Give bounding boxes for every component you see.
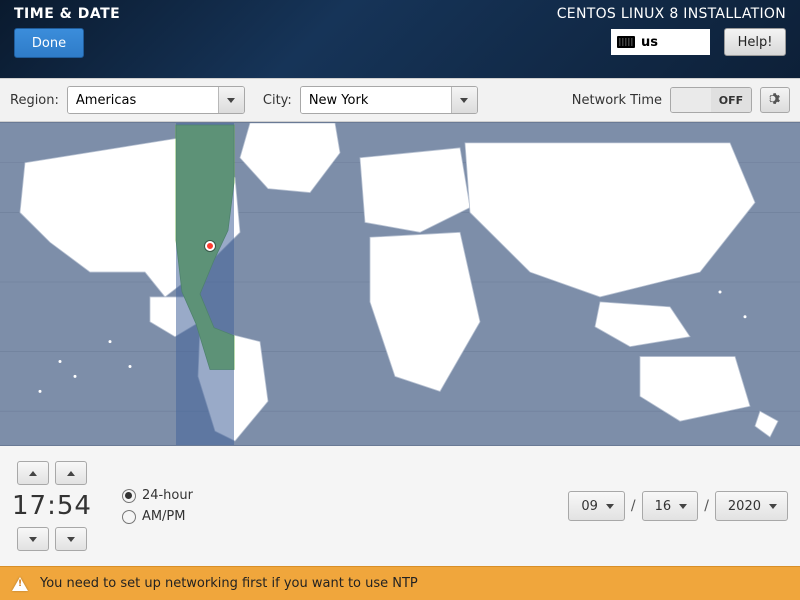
region-combo[interactable] bbox=[67, 86, 245, 114]
radio-am-pm-label: AM/PM bbox=[142, 509, 186, 524]
month-value: 09 bbox=[581, 499, 598, 514]
chevron-down-icon bbox=[769, 504, 777, 509]
network-time-label: Network Time bbox=[572, 93, 662, 108]
year-value: 2020 bbox=[728, 499, 761, 514]
toggle-state-label: OFF bbox=[711, 88, 751, 112]
date-separator: / bbox=[704, 498, 709, 514]
done-button[interactable]: Done bbox=[14, 28, 84, 58]
selected-city-marker bbox=[205, 241, 215, 251]
month-dropdown[interactable]: 09 bbox=[568, 491, 625, 521]
toggle-handle bbox=[671, 88, 711, 112]
warning-message: You need to set up networking first if y… bbox=[40, 576, 418, 591]
keyboard-icon bbox=[617, 36, 635, 48]
timezone-map[interactable] bbox=[0, 122, 800, 446]
network-time-settings-button[interactable] bbox=[760, 87, 790, 113]
chevron-down-icon bbox=[67, 537, 75, 542]
radio-icon bbox=[122, 489, 136, 503]
header-right: CENTOS LINUX 8 INSTALLATION us Help! bbox=[557, 6, 786, 56]
time-format-radiogroup: 24-hour AM/PM bbox=[122, 488, 193, 524]
world-map-svg bbox=[0, 123, 800, 445]
city-label: City: bbox=[263, 93, 292, 108]
header-left: TIME & DATE Done bbox=[14, 6, 120, 58]
chevron-down-icon bbox=[227, 98, 235, 103]
day-value: 16 bbox=[655, 499, 672, 514]
city-input[interactable] bbox=[301, 87, 451, 113]
gear-icon bbox=[767, 92, 783, 108]
radio-24-hour-label: 24-hour bbox=[142, 488, 193, 503]
chevron-up-icon bbox=[67, 471, 75, 476]
city-dropdown-button[interactable] bbox=[451, 87, 477, 113]
region-dropdown-button[interactable] bbox=[218, 87, 244, 113]
chevron-down-icon bbox=[679, 504, 687, 509]
radio-am-pm[interactable]: AM/PM bbox=[122, 509, 193, 524]
city-combo[interactable] bbox=[300, 86, 478, 114]
chevron-down-icon bbox=[606, 504, 614, 509]
minute-up-button[interactable] bbox=[55, 461, 87, 485]
network-time-toggle[interactable]: OFF bbox=[670, 87, 752, 113]
chevron-down-icon bbox=[29, 537, 37, 542]
time-spinner: 17:54 bbox=[12, 461, 92, 551]
page-title: TIME & DATE bbox=[14, 6, 120, 22]
warning-icon bbox=[12, 577, 28, 591]
chevron-down-icon bbox=[460, 98, 468, 103]
warning-bar: You need to set up networking first if y… bbox=[0, 566, 800, 600]
timezone-highlight-band bbox=[176, 123, 234, 445]
hour-up-button[interactable] bbox=[17, 461, 49, 485]
radio-24-hour[interactable]: 24-hour bbox=[122, 488, 193, 503]
time-date-controls: 17:54 24-hour AM/PM 09 / 16 / 2020 bbox=[0, 446, 800, 566]
date-picker: 09 / 16 / 2020 bbox=[568, 491, 788, 521]
chevron-up-icon bbox=[29, 471, 37, 476]
region-label: Region: bbox=[10, 93, 59, 108]
radio-icon bbox=[122, 510, 136, 524]
keyboard-layout-indicator[interactable]: us bbox=[611, 29, 710, 55]
minute-down-button[interactable] bbox=[55, 527, 87, 551]
hour-down-button[interactable] bbox=[17, 527, 49, 551]
header-right-row: us Help! bbox=[611, 28, 786, 56]
region-input[interactable] bbox=[68, 87, 218, 113]
region-city-bar: Region: City: Network Time OFF bbox=[0, 78, 800, 122]
keyboard-layout-label: us bbox=[641, 35, 658, 50]
day-dropdown[interactable]: 16 bbox=[642, 491, 699, 521]
year-dropdown[interactable]: 2020 bbox=[715, 491, 788, 521]
installer-header: TIME & DATE Done CENTOS LINUX 8 INSTALLA… bbox=[0, 0, 800, 78]
installer-title: CENTOS LINUX 8 INSTALLATION bbox=[557, 6, 786, 22]
time-display: 17:54 bbox=[12, 489, 92, 523]
help-button[interactable]: Help! bbox=[724, 28, 786, 56]
date-separator: / bbox=[631, 498, 636, 514]
